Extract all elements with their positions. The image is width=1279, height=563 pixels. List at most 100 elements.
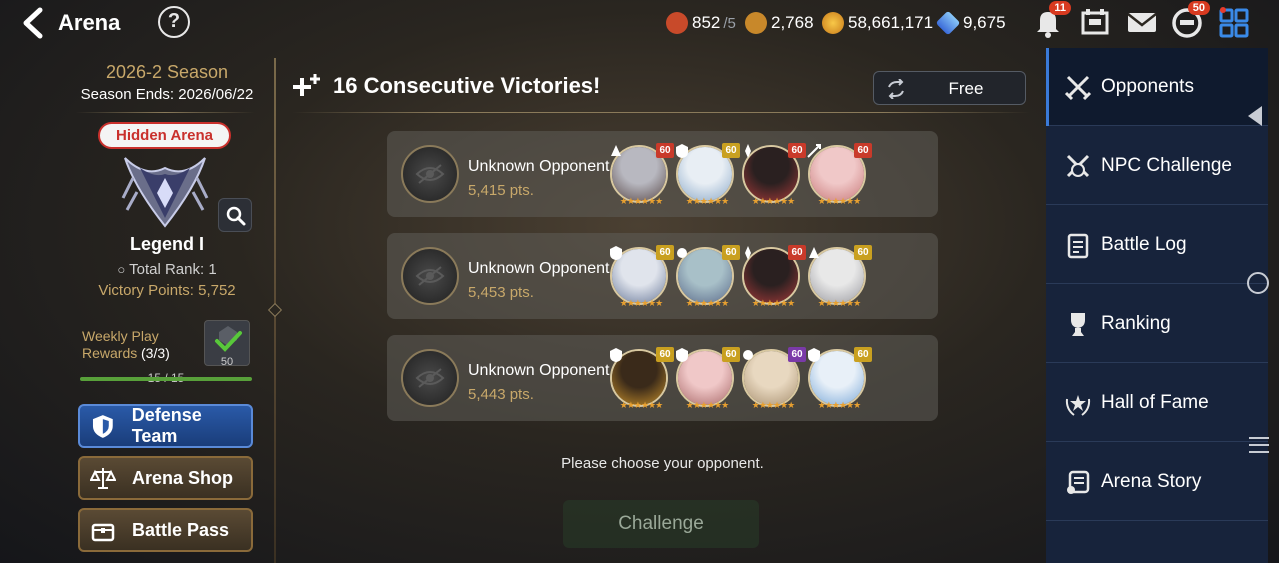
sidebar-item-hall-of-fame[interactable]: Hall of Fame bbox=[1046, 364, 1268, 442]
ornament-divider bbox=[75, 112, 255, 113]
refresh-opponents-button[interactable]: Free bbox=[873, 71, 1026, 105]
flag-icon bbox=[666, 12, 688, 34]
hidden-arena-tag: Hidden Arena bbox=[98, 122, 231, 149]
crystal-icon bbox=[935, 10, 961, 36]
mage-class-icon bbox=[809, 247, 819, 258]
hero-level: 60 bbox=[788, 245, 806, 260]
sidebar-item-label: Opponents bbox=[1101, 75, 1194, 97]
resource-crest: 2,768 bbox=[745, 11, 814, 35]
sidebar-item-opponents[interactable]: Opponents bbox=[1046, 48, 1268, 126]
search-icon[interactable] bbox=[218, 198, 252, 232]
challenge-button[interactable]: Challenge bbox=[563, 500, 759, 548]
hero-stars: ★★★★★★ bbox=[619, 400, 663, 410]
page-title: Arena bbox=[58, 10, 121, 35]
arena-shop-button[interactable]: Arena Shop bbox=[78, 456, 253, 500]
unknown-opponent-avatar bbox=[401, 247, 459, 305]
hero-level: 60 bbox=[722, 245, 740, 260]
sidebar-item-ranking[interactable]: Ranking bbox=[1046, 285, 1268, 363]
resource-gold: 58,661,171 bbox=[822, 11, 933, 35]
android-back-icon[interactable] bbox=[1248, 106, 1262, 126]
hero-portrait: 60 ★★★★★★ bbox=[808, 245, 872, 308]
android-home-icon[interactable] bbox=[1247, 272, 1269, 294]
opponent-card[interactable]: Unknown Opponent 5,443 pts. 60 ★★★★★★ 60… bbox=[387, 335, 938, 421]
weekly-progress-bar bbox=[80, 377, 252, 381]
soul-weaver-class-icon bbox=[743, 350, 753, 360]
help-icon[interactable]: ? bbox=[158, 6, 190, 38]
hero-stars: ★★★★★★ bbox=[817, 298, 861, 308]
treasure-chest-icon bbox=[91, 523, 115, 542]
unknown-opponent-avatar bbox=[401, 349, 459, 407]
opponent-points: 5,443 pts. bbox=[468, 386, 534, 403]
hero-stars: ★★★★★★ bbox=[685, 298, 729, 308]
sidebar-item-npc-challenge[interactable]: NPC Challenge bbox=[1046, 127, 1268, 205]
hero-portrait: 60 ★★★★★★ bbox=[610, 347, 674, 410]
mail-icon[interactable] bbox=[1125, 5, 1159, 39]
assassin-class-icon bbox=[745, 144, 751, 158]
hero-stars: ★★★★★★ bbox=[751, 400, 795, 410]
hero-portrait: 60 ★★★★★★ bbox=[610, 245, 674, 308]
hero-stars: ★★★★★★ bbox=[817, 196, 861, 206]
android-menu-icon[interactable] bbox=[1249, 437, 1269, 457]
resource-value: 9,675 bbox=[963, 13, 1006, 32]
shield-icon bbox=[92, 415, 113, 438]
season-name: 2026-2 Season bbox=[105, 62, 229, 82]
skystone-crest-icon bbox=[745, 12, 767, 34]
menu-grid-icon[interactable] bbox=[1217, 5, 1251, 39]
gold-coin-icon bbox=[822, 12, 844, 34]
battle-pass-button[interactable]: Battle Pass bbox=[78, 508, 253, 552]
scroll-icon bbox=[1067, 470, 1090, 494]
hero-stars: ★★★★★★ bbox=[751, 196, 795, 206]
notification-bell-icon[interactable]: 11 bbox=[1031, 1, 1071, 39]
sidebar-item-label: Hall of Fame bbox=[1101, 391, 1209, 413]
instruction-text: Please choose your opponent. bbox=[561, 455, 764, 472]
soul-weaver-class-icon bbox=[677, 248, 687, 258]
opponent-name: Unknown Opponent bbox=[468, 260, 610, 277]
sidebar-item-battle-log[interactable]: Battle Log bbox=[1046, 206, 1268, 284]
hero-level: 60 bbox=[656, 245, 674, 260]
knight-class-icon bbox=[610, 348, 622, 362]
tier-tag-label: Hidden Arena bbox=[116, 127, 213, 144]
hero-level: 60 bbox=[722, 347, 740, 362]
knight-class-icon bbox=[676, 348, 688, 362]
total-rank: ○ Total Rank: 1 bbox=[70, 261, 264, 278]
sidebar-item-label: Ranking bbox=[1101, 312, 1171, 334]
hero-level: 60 bbox=[656, 143, 674, 158]
opponent-card[interactable]: Unknown Opponent 5,415 pts. 60 ★★★★★★ 60… bbox=[387, 131, 938, 217]
sidebar-item-arena-story[interactable]: Arena Story bbox=[1046, 443, 1268, 521]
legend-rank-emblem-icon bbox=[115, 148, 215, 236]
hero-portrait: 60 ★★★★★★ bbox=[676, 245, 740, 308]
knight-class-icon bbox=[808, 348, 820, 362]
sidebar-item-label: NPC Challenge bbox=[1101, 154, 1232, 176]
sidebar-item-label: Arena Story bbox=[1101, 470, 1202, 492]
laurel-star-icon bbox=[1065, 394, 1091, 416]
assassin-class-icon bbox=[745, 246, 751, 260]
hero-stars: ★★★★★★ bbox=[685, 400, 729, 410]
medal-icon: ○ bbox=[117, 262, 126, 277]
mage-class-icon bbox=[611, 145, 621, 156]
defense-team-button[interactable]: Defense Team bbox=[78, 404, 253, 448]
clipboard-icon bbox=[1067, 233, 1089, 258]
scales-icon bbox=[90, 468, 116, 489]
refresh-icon bbox=[888, 79, 904, 99]
hero-portrait: 60 ★★★★★★ bbox=[742, 347, 806, 410]
chat-badge: 50 bbox=[1187, 1, 1210, 15]
hero-stars: ★★★★★★ bbox=[685, 196, 729, 206]
hero-portrait: 60 ★★★★★★ bbox=[676, 347, 740, 410]
crossed-swords-icon bbox=[1064, 75, 1092, 100]
guild-icon[interactable] bbox=[1078, 5, 1112, 39]
unknown-opponent-avatar bbox=[401, 145, 459, 203]
knight-class-icon bbox=[610, 246, 622, 260]
reward-amount: 50 bbox=[220, 356, 234, 368]
defense-team-label: Defense Team bbox=[131, 405, 202, 446]
chat-icon[interactable]: 50 bbox=[1170, 1, 1210, 39]
hero-portrait: 60 ★★★★★★ bbox=[808, 347, 872, 410]
hero-level: 60 bbox=[722, 143, 740, 158]
progress-fill bbox=[80, 377, 252, 381]
rank-name: Legend I bbox=[129, 234, 204, 254]
opponent-card[interactable]: Unknown Opponent 5,453 pts. 60 ★★★★★★ 60… bbox=[387, 233, 938, 319]
arena-sidebar: Opponents NPC Challenge Battle Log Ranki… bbox=[1046, 48, 1268, 563]
back-arrow-icon[interactable] bbox=[18, 6, 50, 40]
header-divider bbox=[292, 112, 1030, 113]
hero-stars: ★★★★★★ bbox=[817, 400, 861, 410]
resource-value: 852 bbox=[692, 13, 721, 32]
